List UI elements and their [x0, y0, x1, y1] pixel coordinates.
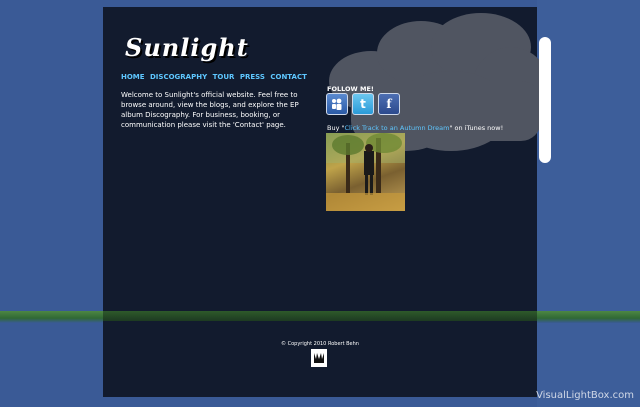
twitter-icon[interactable]: t — [352, 93, 374, 115]
nav-press[interactable]: PRESS — [240, 73, 265, 81]
buy-text: Buy "Click Track to an Autumn Dream" on … — [327, 124, 503, 132]
nav-contact[interactable]: CONTACT — [270, 73, 307, 81]
album-cover[interactable] — [326, 133, 405, 211]
site-logo[interactable]: Sunlight — [125, 33, 249, 62]
buy-suffix: " on iTunes now! — [449, 124, 504, 132]
background-left — [0, 0, 103, 407]
itunes-track-link[interactable]: Click Track to an Autumn Dream — [344, 124, 449, 132]
nav-home[interactable]: HOME — [121, 73, 145, 81]
buy-prefix: Buy " — [327, 124, 345, 132]
facebook-icon[interactable]: f — [378, 93, 400, 115]
watermark: VisualLightBox.com — [536, 390, 634, 401]
myspace-icon[interactable] — [326, 93, 348, 115]
copyright-text: © Copyright 2010 Robert Behn — [281, 341, 359, 347]
main-nav: HOME DISCOGRAPHY TOUR PRESS CONTACT — [121, 73, 310, 81]
nav-discography[interactable]: DISCOGRAPHY — [150, 73, 207, 81]
nav-tour[interactable]: TOUR — [213, 73, 235, 81]
intro-text: Welcome to Sunlight's official website. … — [121, 91, 299, 129]
panel-grass — [103, 311, 537, 321]
follow-label: FOLLOW ME! — [327, 85, 374, 93]
footer-badge-icon — [311, 349, 327, 367]
background-right — [537, 0, 640, 407]
social-icons: t f — [326, 93, 400, 115]
content-panel: Sunlight HOME DISCOGRAPHY TOUR PRESS CON… — [103, 7, 551, 397]
